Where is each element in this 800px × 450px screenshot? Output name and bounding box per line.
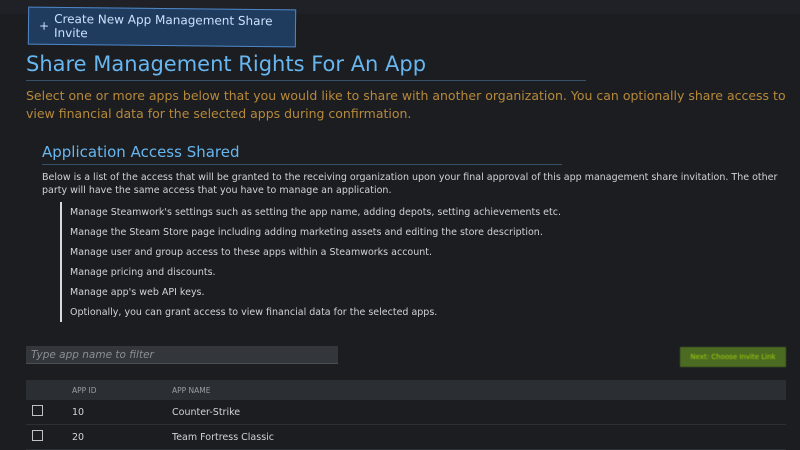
header-app-name: APP NAME [172,385,211,395]
access-item: Manage the Steam Store page including ad… [60,222,561,242]
access-item: Manage user and group access to these ap… [60,242,561,262]
next-button[interactable]: Next: Choose Invite Link [680,347,786,367]
app-id-cell: 10 [72,406,85,418]
create-share-invite-label: Create New App Management Share Invite [53,11,273,41]
app-name-cell: Team Fortress Classic [172,431,275,443]
access-item: Optionally, you can grant access to view… [60,302,561,322]
access-list: Manage Steamwork's settings such as sett… [60,202,561,322]
row-checkbox[interactable] [32,405,43,416]
page: + Create New App Management Share Invite… [0,0,800,450]
table-row[interactable]: 20 Team Fortress Classic [26,425,786,450]
access-item: Manage app's web API keys. [60,282,561,302]
apps-table: APP ID APP NAME 10 Counter-Strike 20 Tea… [26,380,786,450]
intro-text: Select one or more apps below that you w… [26,88,786,121]
header-app-id: APP ID [72,385,97,395]
table-row[interactable]: 10 Counter-Strike [26,400,786,425]
row-checkbox-cell[interactable] [26,405,72,419]
table-header: APP ID APP NAME [26,380,786,400]
row-checkbox-cell[interactable] [26,430,72,444]
row-checkbox[interactable] [32,430,43,441]
plus-icon: + [38,18,50,33]
app-name-cell: Counter-Strike [172,406,241,418]
page-title: Share Management Rights For An App [26,52,586,81]
app-id-cell: 20 [72,431,85,443]
access-item: Manage Steamwork's settings such as sett… [60,202,561,222]
access-section-title: Application Access Shared [42,143,562,165]
access-item: Manage pricing and discounts. [60,262,561,282]
access-description: Below is a list of the access that will … [42,172,778,196]
create-share-invite-button[interactable]: + Create New App Management Share Invite [27,6,297,48]
app-filter-input[interactable] [26,346,338,364]
